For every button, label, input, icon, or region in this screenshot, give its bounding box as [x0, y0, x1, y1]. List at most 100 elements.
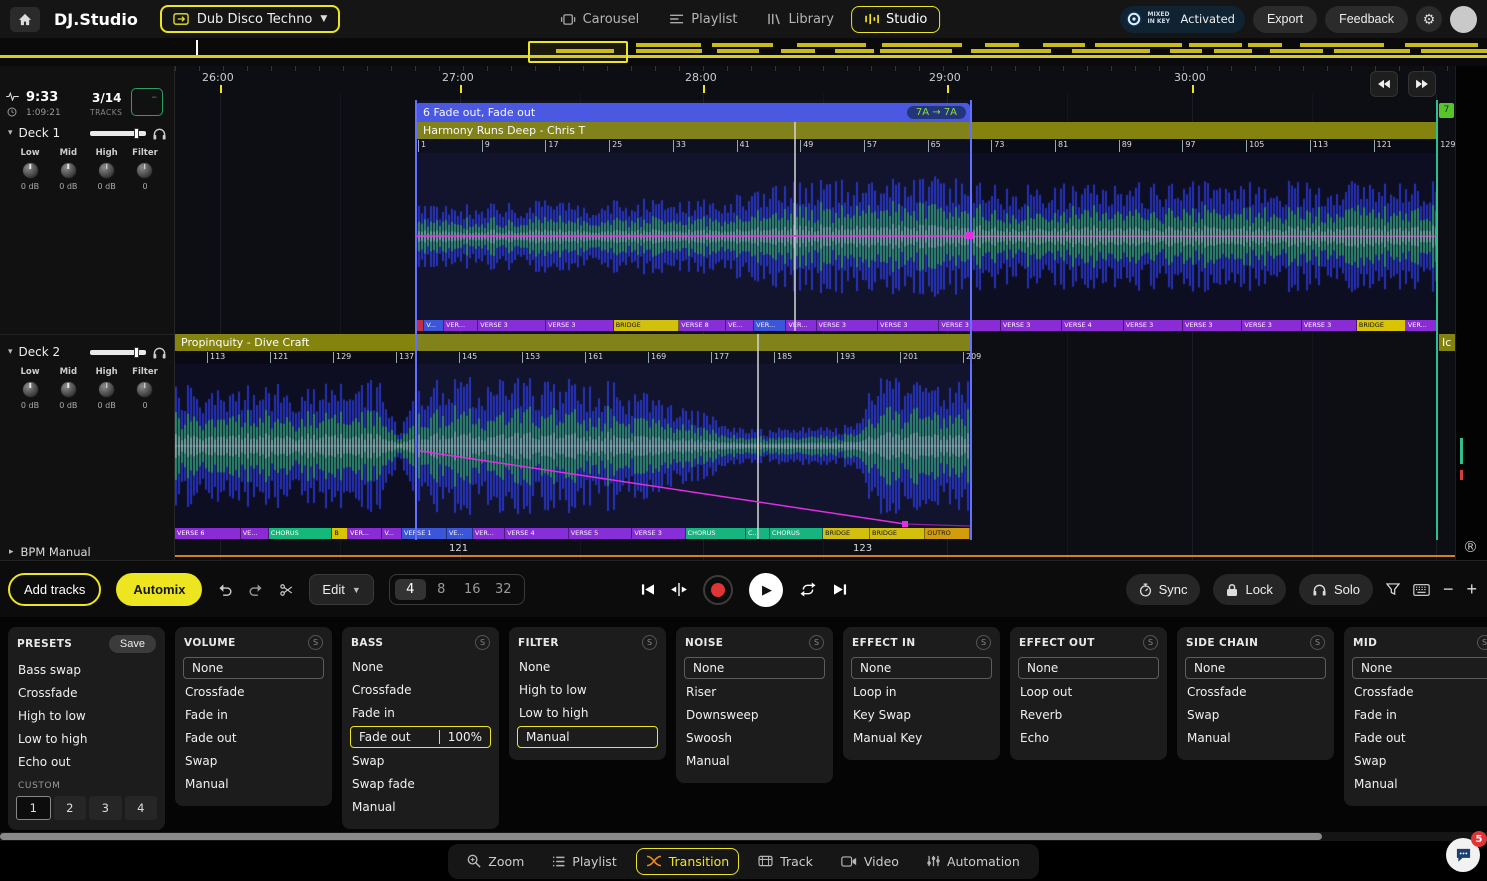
custom-slot-4[interactable]: 4: [125, 796, 158, 820]
slider-handle[interactable]: [134, 347, 139, 358]
panel-option-low-to-high[interactable]: Low to high: [8, 728, 165, 750]
avatar[interactable]: [1450, 6, 1477, 33]
panel-option-manual-key[interactable]: Manual Key: [843, 727, 1000, 749]
grid-division-4[interactable]: 4: [395, 579, 426, 600]
horizontal-scrollbar[interactable]: [0, 832, 1487, 841]
panel-option-downsweep[interactable]: Downsweep: [676, 704, 833, 726]
panel-option-swap[interactable]: Swap: [1344, 750, 1487, 772]
panel-option-reverb[interactable]: Reverb: [1010, 704, 1167, 726]
lock-button[interactable]: Lock: [1213, 574, 1285, 605]
panel-option-loop-out[interactable]: Loop out: [1010, 681, 1167, 703]
panel-option-swap[interactable]: Swap: [342, 750, 499, 772]
panel-option-loop-in[interactable]: Loop in: [843, 681, 1000, 703]
scrollbar-thumb[interactable]: [0, 833, 1322, 840]
panel-option-crossfade[interactable]: Crossfade: [342, 679, 499, 701]
panel-option-crossfade[interactable]: Crossfade: [1344, 681, 1487, 703]
nav-studio[interactable]: Studio: [851, 6, 940, 33]
knob-dial[interactable]: [98, 162, 115, 179]
knob-dial[interactable]: [22, 381, 39, 398]
panel-option-echo[interactable]: Echo: [1010, 727, 1167, 749]
panel-option-manual[interactable]: Manual: [676, 750, 833, 772]
panel-option-low-to-high[interactable]: Low to high: [509, 702, 666, 724]
panel-option-crossfade[interactable]: Crossfade: [175, 681, 332, 703]
nav-library[interactable]: Library: [755, 6, 847, 33]
bottom-nav-playlist[interactable]: Playlist: [543, 849, 625, 874]
bottom-nav-track[interactable]: Track: [749, 849, 822, 874]
skip-start-button[interactable]: [640, 583, 655, 596]
panel-option-key-swap[interactable]: Key Swap: [843, 704, 1000, 726]
panel-option-fade-in[interactable]: Fade in: [342, 702, 499, 724]
knob-dial[interactable]: [98, 381, 115, 398]
automix-button[interactable]: Automix: [116, 573, 202, 606]
deck-volume-slider[interactable]: [90, 131, 146, 136]
panel-option-none[interactable]: None: [1352, 657, 1487, 679]
snapshot-badge[interactable]: S: [1143, 635, 1158, 650]
panel-option-fade-out[interactable]: Fade out: [175, 727, 332, 749]
undo-button[interactable]: [217, 583, 233, 596]
play-button[interactable]: ▶: [749, 573, 783, 607]
panel-option-riser[interactable]: Riser: [676, 681, 833, 703]
export-button[interactable]: Export: [1253, 6, 1317, 33]
snapshot-badge[interactable]: S: [475, 635, 490, 650]
slider-handle[interactable]: [134, 128, 139, 139]
panel-option-manual[interactable]: Manual: [1177, 727, 1334, 749]
timeline-arrangement[interactable]: 26:0027:0028:0029:0030:006 Fade out, Fad…: [175, 66, 1455, 560]
project-selector[interactable]: Dub Disco Techno ▼: [160, 5, 341, 33]
panel-option-swoosh[interactable]: Swoosh: [676, 727, 833, 749]
snapshot-badge[interactable]: S: [976, 635, 991, 650]
panel-option-manual[interactable]: Manual: [1344, 773, 1487, 795]
cut-button[interactable]: [279, 583, 294, 597]
snapshot-badge[interactable]: S: [809, 635, 824, 650]
mixed-in-key-badge[interactable]: MIXED IN KEY Activated: [1120, 6, 1245, 33]
feedback-button[interactable]: Feedback: [1325, 6, 1408, 33]
nav-playlist[interactable]: Playlist: [656, 6, 750, 33]
bpm-row[interactable]: ▸ BPM Manual: [0, 544, 175, 560]
custom-slot-1[interactable]: 1: [16, 796, 51, 820]
save-preset-button[interactable]: Save: [109, 635, 156, 653]
panel-option-none[interactable]: None: [183, 657, 324, 679]
headphones-cue-icon[interactable]: [152, 127, 167, 140]
custom-slot-3[interactable]: 3: [89, 796, 122, 820]
panel-option-high-to-low[interactable]: High to low: [8, 705, 165, 727]
panel-option-fade-out[interactable]: Fade out100%: [350, 726, 491, 748]
panel-option-fade-in[interactable]: Fade in: [175, 704, 332, 726]
knob-dial[interactable]: [60, 162, 77, 179]
snapshot-badge[interactable]: S: [1310, 635, 1325, 650]
panel-option-manual[interactable]: Manual: [175, 773, 332, 795]
settings-button[interactable]: ⚙: [1416, 6, 1442, 32]
grid-division-32[interactable]: 32: [488, 579, 519, 600]
overview-viewport[interactable]: [528, 41, 628, 63]
panel-option-none[interactable]: None: [509, 656, 666, 678]
panel-option-swap-fade[interactable]: Swap fade: [342, 773, 499, 795]
add-tracks-button[interactable]: Add tracks: [8, 573, 101, 606]
knob-dial[interactable]: [136, 162, 153, 179]
panel-option-none[interactable]: None: [851, 657, 992, 679]
record-button[interactable]: [703, 575, 733, 605]
knob-dial[interactable]: [136, 381, 153, 398]
snapshot-badge[interactable]: S: [642, 635, 657, 650]
snapshot-badge[interactable]: S: [308, 635, 323, 650]
panel-option-none[interactable]: None: [1185, 657, 1326, 679]
grid-division-8[interactable]: 8: [426, 579, 457, 600]
option-value[interactable]: 100%: [439, 730, 482, 744]
filter-t racks-button[interactable]: [1386, 583, 1400, 596]
bottom-nav-transition[interactable]: Transition: [636, 848, 739, 875]
panel-option-none[interactable]: None: [342, 656, 499, 678]
transition-header[interactable]: 6 Fade out, Fade out7A → 7A: [415, 103, 970, 122]
nav-carousel[interactable]: Carousel: [547, 6, 653, 33]
vertical-scroll-strip[interactable]: ®: [1455, 66, 1487, 560]
custom-slot-2[interactable]: 2: [54, 796, 87, 820]
deck-volume-slider[interactable]: [90, 350, 146, 355]
rewind-button[interactable]: [1370, 71, 1398, 97]
deck2-track-title[interactable]: Propinquity - Dive Craft: [175, 334, 970, 351]
edit-menu-button[interactable]: Edit ▼: [309, 574, 373, 605]
deck1-track-title[interactable]: Harmony Runs Deep - Chris T: [415, 122, 1437, 139]
split-at-playhead-button[interactable]: [671, 583, 687, 596]
deck1-waveform[interactable]: [415, 153, 1437, 320]
bottom-nav-zoom[interactable]: Zoom: [458, 849, 533, 874]
deck2-waveform[interactable]: [175, 364, 970, 528]
panel-option-fade-in[interactable]: Fade in: [1344, 704, 1487, 726]
loop-button[interactable]: [799, 582, 817, 597]
grid-division-16[interactable]: 16: [457, 579, 488, 600]
headphones-cue-icon[interactable]: [152, 346, 167, 359]
